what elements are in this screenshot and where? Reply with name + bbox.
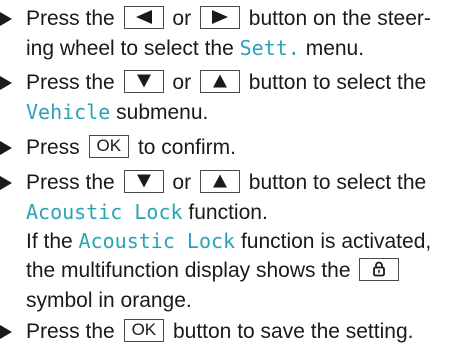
left-arrow-icon (135, 10, 152, 25)
ok-key: OK (88, 134, 130, 158)
right-arrow-key (199, 5, 240, 29)
step-text: Press the (26, 171, 115, 194)
step-text: button to select the (248, 71, 427, 94)
step-text: or (172, 7, 192, 30)
step-2-line-1: Press the or button to select the (26, 68, 426, 97)
down-arrow-icon (136, 174, 151, 188)
step-text: or (172, 171, 192, 194)
up-arrow-key (199, 169, 240, 193)
up-arrow-key (199, 69, 240, 93)
step-text: to confirm. (137, 136, 236, 159)
step-4-line-4: the multifunction display shows the (26, 256, 402, 285)
step-text: button to select the (248, 171, 427, 194)
step-1-line-2: ing wheel to select the Sett. menu. (26, 34, 364, 63)
display-text-acoustic-lock: Acoustic Lock (78, 229, 236, 253)
instruction-page: Press the or button on the steer- ing wh… (0, 0, 462, 348)
step-text: Press the (26, 320, 115, 343)
step-4-line-5: symbol in orange. (26, 286, 192, 315)
step-4-line-3: If the Acoustic Lock function is activat… (26, 227, 431, 256)
step-text: function is activated, (240, 230, 432, 253)
down-arrow-key (123, 69, 164, 93)
bullet-icon (0, 133, 14, 162)
bullet-icon (0, 168, 14, 197)
up-arrow-icon (212, 174, 227, 188)
step-text: Press (26, 136, 80, 159)
down-arrow-icon (136, 74, 151, 88)
padlock-icon (373, 262, 386, 277)
step-text: button to save the setting. (172, 320, 414, 343)
step-text: If the (26, 230, 73, 253)
left-arrow-key (123, 5, 164, 29)
step-text: ing wheel to select the (26, 37, 234, 60)
step-text: Press the (26, 71, 115, 94)
step-text: the multifunction display shows the (26, 259, 351, 282)
step-text: function. (188, 201, 268, 224)
up-arrow-icon (212, 74, 227, 88)
down-arrow-key (123, 169, 164, 193)
step-text: button on the steer- (248, 7, 431, 30)
step-2-line-2: Vehicle submenu. (26, 98, 208, 127)
bullet-icon (0, 317, 14, 346)
display-text-sett: Sett. (239, 36, 300, 60)
right-arrow-icon (211, 10, 228, 25)
step-4-line-1: Press the or button to select the (26, 168, 426, 197)
step-4-line-2: Acoustic Lock function. (26, 198, 268, 227)
display-text-vehicle: Vehicle (26, 100, 111, 124)
ok-key: OK (123, 318, 165, 342)
step-text: or (172, 71, 192, 94)
bullet-icon (0, 4, 14, 33)
padlock-key (359, 257, 400, 281)
step-text: Press the (26, 7, 115, 30)
display-text-acoustic-lock: Acoustic Lock (26, 200, 183, 224)
step-5-line-1: Press the OK button to save the setting. (26, 317, 413, 346)
step-text: symbol in orange. (26, 289, 192, 312)
step-text: submenu. (116, 101, 209, 124)
step-3-line-1: Press OK to confirm. (26, 133, 236, 162)
step-text: menu. (305, 37, 365, 60)
step-1-line-1: Press the or button on the steer- (26, 4, 431, 33)
bullet-icon (0, 68, 14, 97)
